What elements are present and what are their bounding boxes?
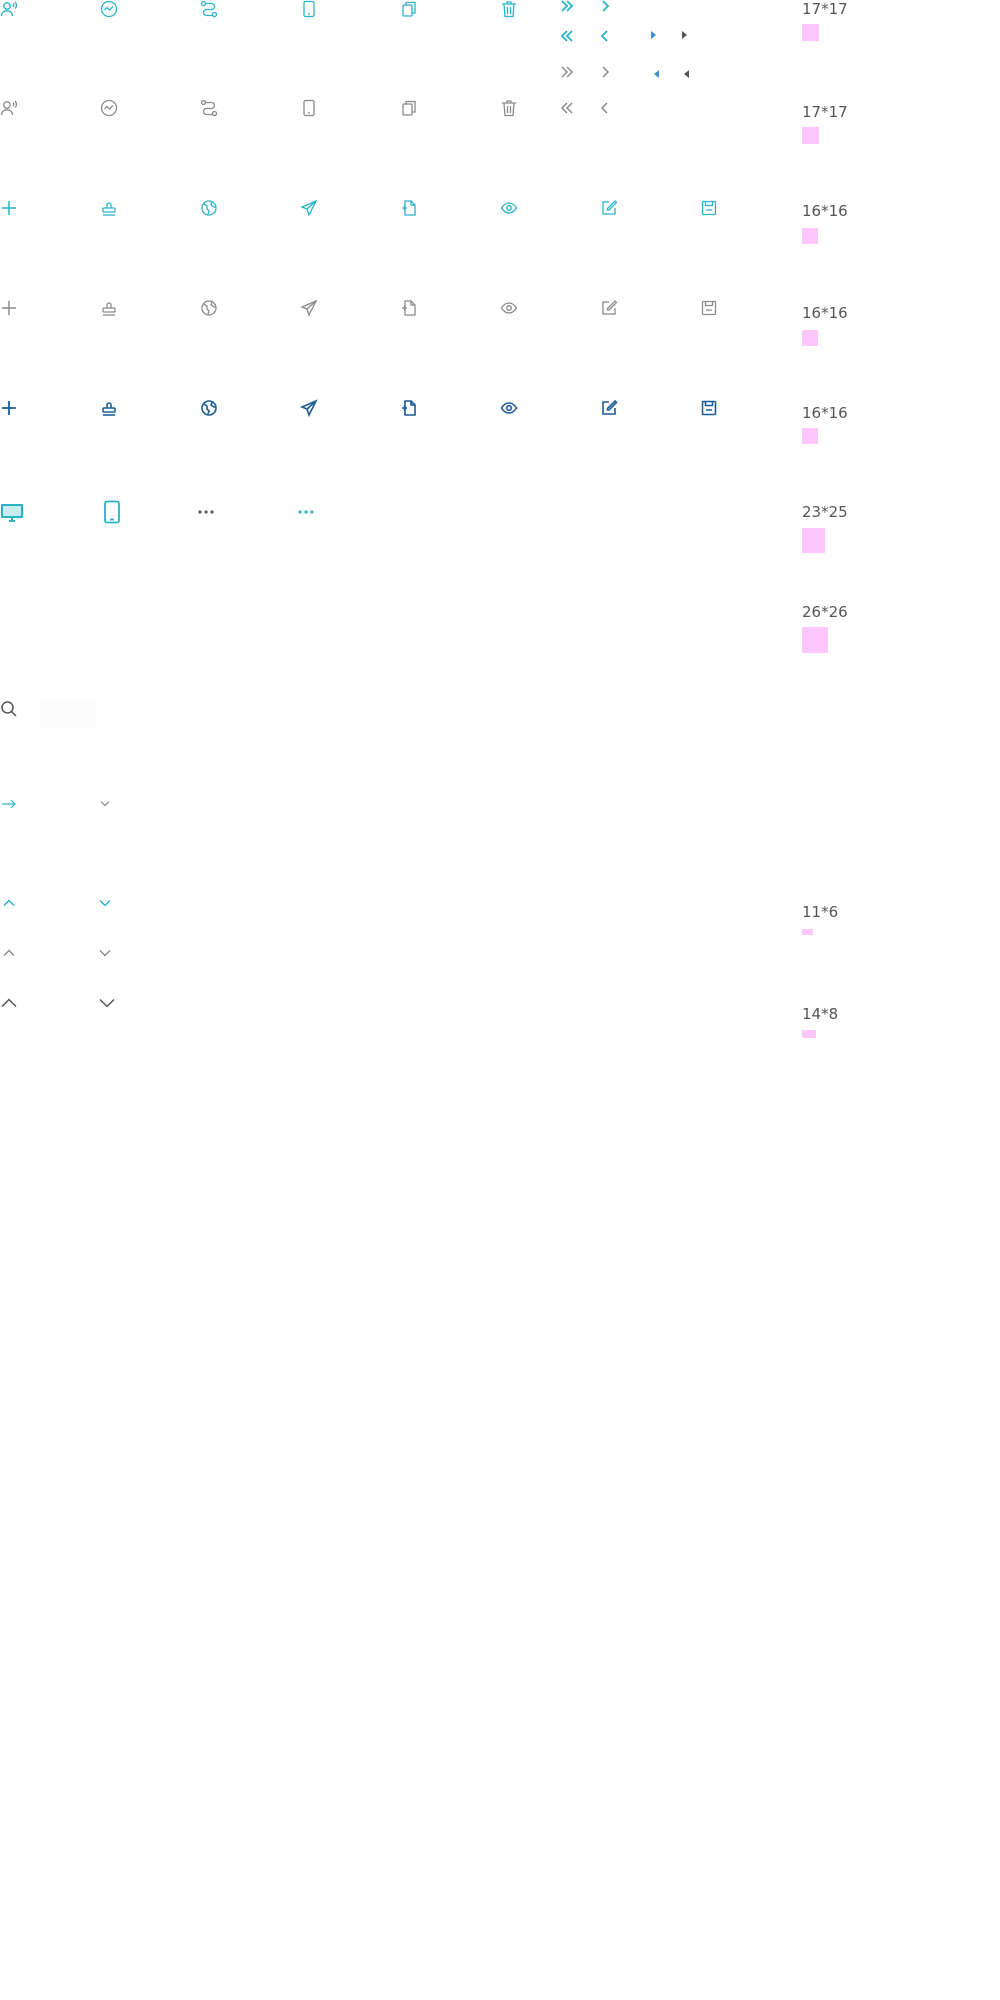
file-add-icon[interactable] [400,299,418,317]
trash-icon[interactable] [500,99,518,117]
size-label: 11*6 [802,903,839,921]
more-icon[interactable] [194,500,218,524]
size-label: 26*26 [802,603,848,621]
size-swatch [802,528,825,553]
chevron-down-icon[interactable] [98,994,116,1012]
save-icon[interactable] [700,199,718,217]
size-swatch [802,627,828,653]
route-icon[interactable] [200,99,218,117]
size-swatch [802,127,819,144]
caret-left-icon[interactable] [648,65,666,83]
chevron-up-icon[interactable] [0,894,18,912]
stamp-icon[interactable] [100,299,118,317]
tablet-icon[interactable] [100,500,124,524]
file-add-icon[interactable] [400,399,418,417]
faint-placeholder-box [40,700,96,728]
size-label: 14*8 [802,1005,839,1023]
user-voice-icon[interactable] [0,0,18,18]
trash-icon[interactable] [500,0,518,18]
size-label: 16*16 [802,202,848,220]
search-icon[interactable] [0,700,18,718]
plus-icon[interactable] [0,399,18,417]
size-label: 23*25 [802,503,848,521]
desktop-icon[interactable] [0,500,24,524]
copy-icon[interactable] [400,0,418,18]
eye-icon[interactable] [500,199,518,217]
send-icon[interactable] [300,199,318,217]
size-swatch [802,228,818,244]
plus-icon[interactable] [0,299,18,317]
activity-icon[interactable] [100,99,118,117]
activity-icon[interactable] [100,0,118,18]
size-swatch [802,428,818,444]
save-icon[interactable] [700,399,718,417]
eye-icon[interactable] [500,399,518,417]
chevron-up-icon[interactable] [0,994,18,1012]
user-voice-icon[interactable] [0,99,18,117]
chevron-down-icon[interactable] [96,944,114,962]
globe-icon[interactable] [200,199,218,217]
left-icon[interactable] [596,27,614,45]
plus-icon[interactable] [0,199,18,217]
chevron-up-icon[interactable] [0,944,18,962]
send-icon[interactable] [300,299,318,317]
size-label: 17*17 [802,103,848,121]
size-swatch [802,330,818,346]
caret-right-icon[interactable] [644,26,662,44]
copy-icon[interactable] [400,99,418,117]
size-label: 17*17 [802,0,848,18]
mobile-icon[interactable] [300,0,318,18]
stamp-icon[interactable] [100,399,118,417]
left-icon[interactable] [596,99,614,117]
eye-icon[interactable] [500,299,518,317]
edit-icon[interactable] [600,399,618,417]
chevron-down-icon[interactable] [96,894,114,912]
double-left-icon[interactable] [558,99,576,117]
chevron-down-icon[interactable] [96,794,114,812]
caret-left-icon[interactable] [678,65,696,83]
double-right-icon[interactable] [558,63,576,81]
globe-icon[interactable] [200,299,218,317]
double-left-icon[interactable] [558,27,576,45]
file-add-icon[interactable] [400,199,418,217]
route-icon[interactable] [200,0,218,18]
size-swatch [802,929,813,935]
more-icon[interactable] [294,500,318,524]
size-label: 16*16 [802,404,848,422]
size-label: 16*16 [802,304,848,322]
mobile-icon[interactable] [300,99,318,117]
caret-right-icon[interactable] [675,26,693,44]
right-icon[interactable] [596,63,614,81]
save-icon[interactable] [700,299,718,317]
edit-icon[interactable] [600,299,618,317]
size-swatch [802,1030,816,1038]
globe-icon[interactable] [200,399,218,417]
size-swatch [802,24,819,41]
send-icon[interactable] [299,399,318,418]
edit-icon[interactable] [600,199,618,217]
double-right-icon[interactable] [558,0,576,15]
right-icon[interactable] [596,0,614,15]
arrow-right-icon[interactable] [0,795,18,813]
stamp-icon[interactable] [100,199,118,217]
